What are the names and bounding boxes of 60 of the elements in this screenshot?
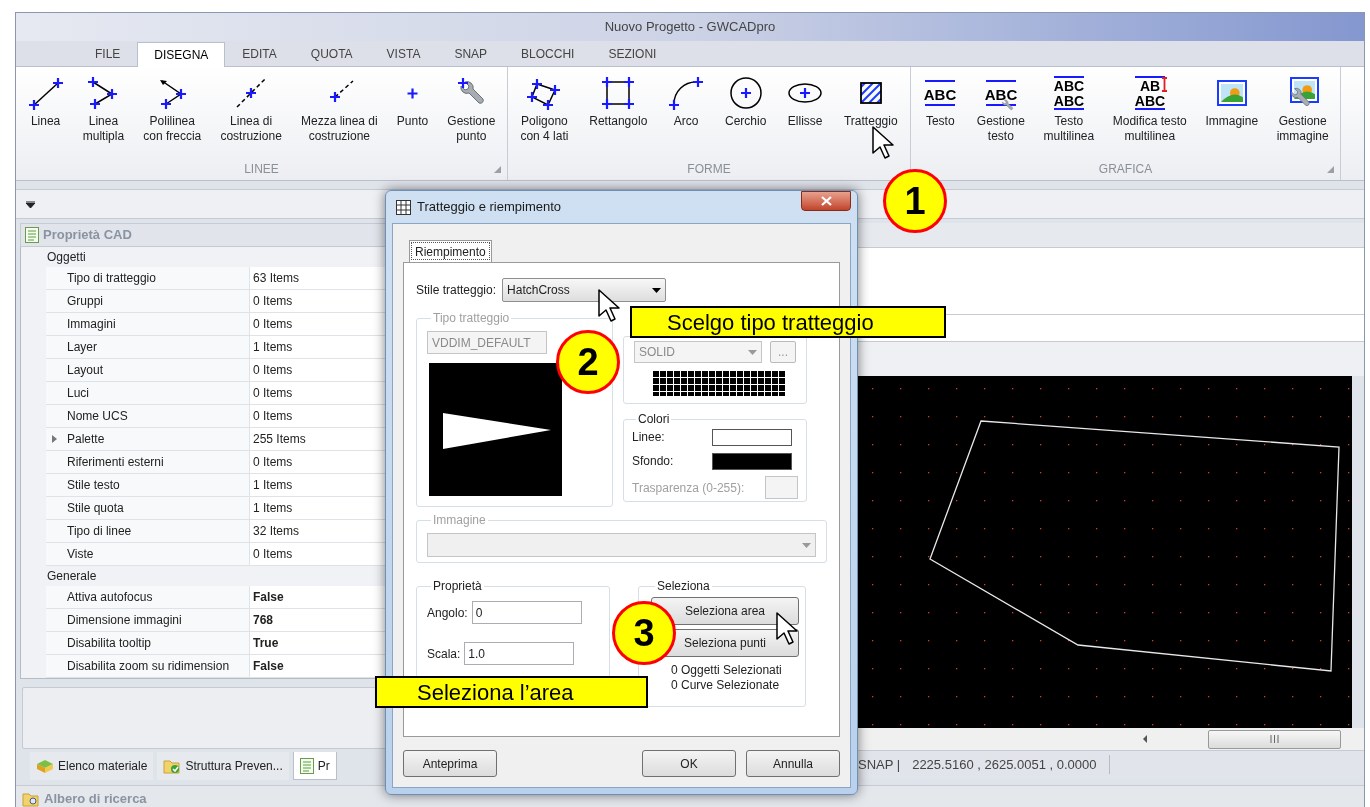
property-value: 768 (253, 612, 274, 629)
property-name: Disabilita zoom su ridimension (67, 658, 230, 675)
property-value: 1 Items (253, 500, 293, 517)
property-name: Disabilita tooltip (67, 635, 152, 652)
property-value: 0 Items (253, 408, 293, 425)
property-value: True (253, 635, 279, 652)
property-value: 0 Items (253, 546, 293, 563)
snap-status: SNAP | (858, 755, 901, 774)
group-label: Immagine (432, 512, 487, 529)
field-label: Linee: (632, 429, 665, 446)
category-label: Generale (47, 568, 97, 585)
field-label: Stile tratteggio: (416, 282, 497, 299)
property-name: Luci (67, 385, 89, 402)
property-value: 0 Items (253, 362, 293, 379)
property-value: 63 Items (253, 270, 300, 287)
property-name: Stile testo (67, 477, 120, 494)
property-name: Palette (67, 431, 105, 448)
field-label: Scala: (427, 645, 461, 663)
property-name: Layer (67, 339, 98, 356)
ribbon-group-label: LINEE (244, 161, 279, 178)
group-label: Colori (637, 411, 671, 428)
property-name: Nome UCS (67, 408, 128, 425)
property-value: 0 Items (253, 385, 293, 402)
property-value: False (253, 589, 284, 606)
group-label: Tipo tratteggio (432, 310, 511, 327)
property-name: Attiva autofocus (67, 589, 153, 606)
property-value: 0 Items (253, 293, 293, 310)
group-label: Proprietà (432, 578, 483, 595)
property-name: Stile quota (67, 500, 124, 517)
property-name: Tipo di linee (67, 523, 132, 540)
field-label: Sfondo: (632, 453, 674, 470)
property-name: Riferimenti esterni (67, 454, 164, 471)
property-name: Immagini (67, 316, 116, 333)
property-value: 1 Items (253, 339, 293, 356)
callout-label: Seleziona l’area (375, 676, 648, 708)
coordinates: 2225.5160 , 2625.0051 , 0.0000 (912, 754, 1110, 775)
callout-label: Scelgo tipo tratteggio (630, 306, 946, 338)
field-label: Trasparenza (0-255): (632, 479, 745, 497)
property-value: 0 Items (253, 316, 293, 333)
panel-title: Albero di ricerca (44, 789, 147, 807)
ribbon-group-label: FORME (687, 161, 731, 178)
field-label: Angolo: (427, 604, 468, 622)
property-name: Layout (67, 362, 104, 379)
window-title: Nuovo Progetto - GWCADpro (604, 18, 776, 37)
selection-count: 0 Curve Selezionate (670, 678, 781, 693)
property-name: Dimensione immagini (67, 612, 182, 629)
property-name: Gruppi (67, 293, 104, 310)
property-name: Tipo di tratteggio (67, 270, 156, 287)
panel-title: Proprietà CAD (43, 226, 132, 245)
dialog-title: Tratteggio e riempimento (417, 198, 562, 217)
property-name: Viste (67, 546, 94, 563)
property-value: 1 Items (253, 477, 293, 494)
group-label: Seleziona (656, 578, 711, 595)
category-label: Oggetti (47, 249, 86, 266)
property-value: 32 Items (253, 523, 300, 540)
ribbon-group-label: GRAFICA (1098, 161, 1153, 178)
property-value: 0 Items (253, 454, 293, 471)
property-value: 255 Items (253, 431, 306, 448)
selection-count: 0 Oggetti Selezionati (670, 663, 783, 678)
property-value: False (253, 658, 284, 675)
